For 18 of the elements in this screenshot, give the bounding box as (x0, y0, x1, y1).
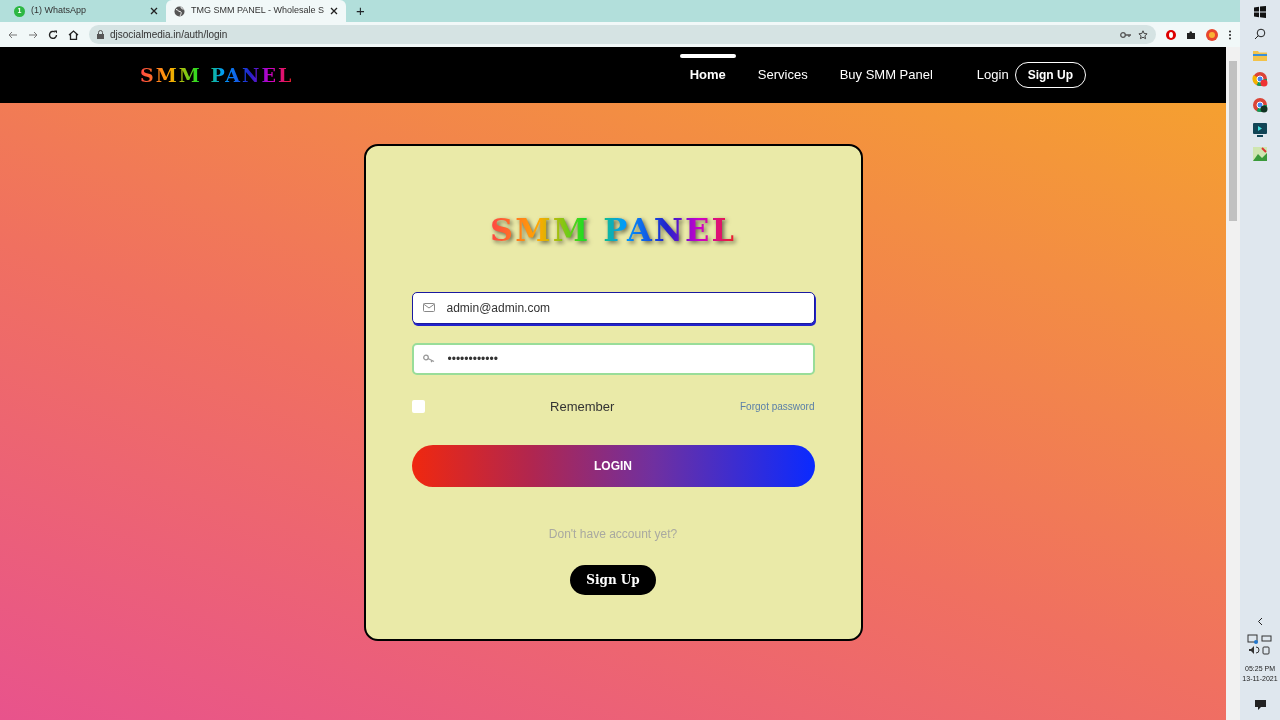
nav-link[interactable]: Home (673, 47, 742, 103)
url-text: djsocialmedia.in/auth/login (110, 28, 228, 42)
forgot-password-link[interactable]: Forgot password (740, 399, 815, 415)
signup-prompt: Don't have account yet? (548, 525, 678, 543)
new-tab-button[interactable]: + (346, 0, 375, 23)
login-link[interactable]: Login (960, 47, 1015, 103)
browser-tab[interactable]: TMG SMM PANEL - Wholesale S (166, 0, 347, 22)
nav-link[interactable]: Services (741, 47, 824, 103)
tab-title: TMG SMM PANEL - Wholesale S (191, 4, 325, 18)
signup-button[interactable]: Sign Up (570, 564, 656, 595)
tab-title: (1) WhatsApp (31, 4, 87, 18)
login-button[interactable]: LOGIN (411, 444, 815, 487)
remember-label: Remember (549, 398, 616, 416)
address-bar[interactable]: djsocialmedia.in/auth/login (89, 25, 1156, 44)
signup-button[interactable]: Sign Up (1014, 62, 1086, 88)
password-field[interactable]: •••••••••••• (411, 343, 815, 375)
nav-link[interactable]: Buy SMM Panel (823, 47, 949, 103)
email-field[interactable]: admin@admin.com (411, 292, 815, 324)
